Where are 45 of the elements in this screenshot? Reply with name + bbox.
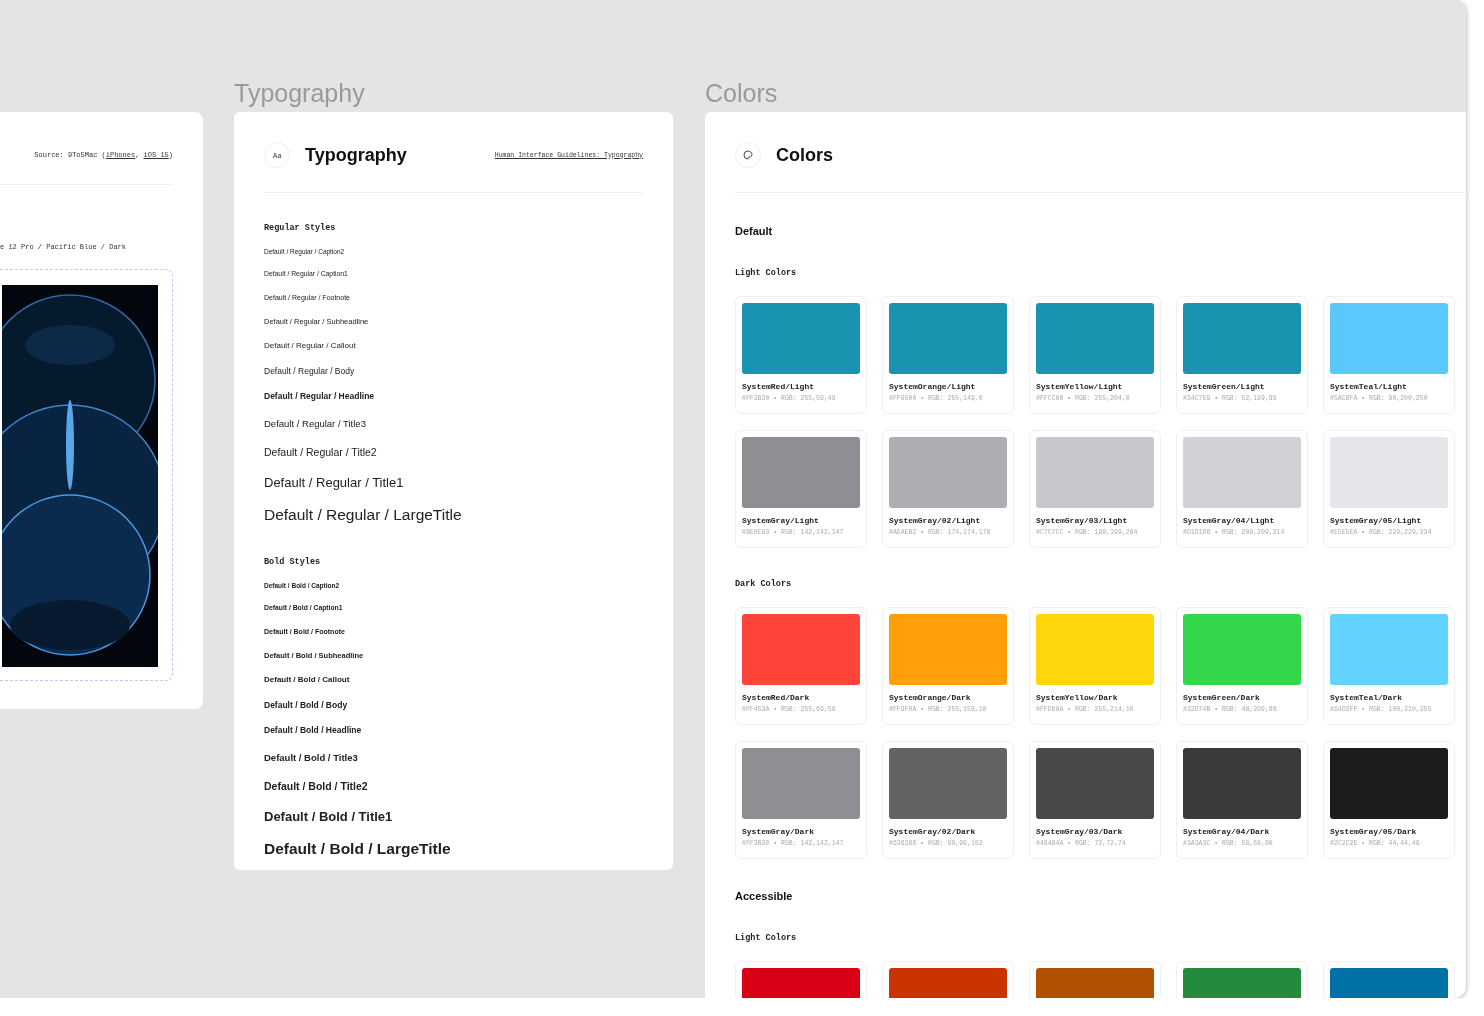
type-sample: Default / Regular / Callout bbox=[264, 341, 356, 350]
type-sample: Default / Regular / Title3 bbox=[264, 417, 366, 429]
type-sample: Default / Bold / Headline bbox=[264, 725, 362, 735]
panel-title: Typography bbox=[305, 144, 407, 166]
color-name: SystemGray/04/Dark bbox=[1183, 826, 1271, 838]
type-sample: Default / Regular / Title2 bbox=[264, 445, 377, 458]
section-heading: Regular Styles bbox=[264, 222, 337, 234]
color-name: SystemGray/02/Dark bbox=[889, 826, 977, 838]
group-heading: Light Colors bbox=[735, 267, 798, 279]
color-name: SystemYellow/Light bbox=[1036, 381, 1124, 393]
type-sample: Default / Bold / Body bbox=[264, 699, 348, 710]
type-sample: Default / Regular / LargeTitle bbox=[264, 506, 462, 524]
type-sample: Default / Regular / Headline bbox=[264, 391, 375, 401]
type-sample: Default / Bold / Title1 bbox=[264, 808, 393, 824]
color-name: SystemTeal/Dark bbox=[1330, 692, 1403, 704]
section-heading: Bold Styles bbox=[264, 556, 322, 568]
color-name: SystemOrange/Dark bbox=[889, 692, 972, 704]
color-name: SystemRed/Light bbox=[742, 381, 815, 393]
section-heading: Accessible bbox=[735, 889, 794, 903]
type-sample: Default / Regular / Body bbox=[264, 365, 355, 376]
color-name: SystemGreen/Dark bbox=[1183, 692, 1261, 704]
type-sample: Default / Regular / Title1 bbox=[264, 474, 404, 490]
type-sample: Default / Bold / Title3 bbox=[264, 751, 358, 763]
color-name: SystemGray/Dark bbox=[742, 826, 815, 838]
color-name: SystemGray/03/Light bbox=[1036, 515, 1129, 527]
color-name: SystemTeal/Light bbox=[1330, 381, 1408, 393]
group-heading: Dark Colors bbox=[735, 578, 793, 590]
section-label: Typography bbox=[234, 78, 366, 108]
color-name: SystemYellow/Dark bbox=[1036, 692, 1119, 704]
color-name: SystemGray/05/Dark bbox=[1330, 826, 1418, 838]
color-name: SystemRed/Dark bbox=[742, 692, 811, 704]
color-name: SystemGreen/Light bbox=[1183, 381, 1266, 393]
color-name: SystemGray/05/Light bbox=[1330, 515, 1423, 527]
type-sample: Default / Bold / Callout bbox=[264, 675, 350, 684]
color-name: SystemGray/Light bbox=[742, 515, 820, 527]
group-heading: Light Colors bbox=[735, 932, 798, 944]
color-name: SystemOrange/Light bbox=[889, 381, 977, 393]
type-sample: Default / Bold / Title2 bbox=[264, 779, 368, 792]
color-name: SystemGray/03/Dark bbox=[1036, 826, 1124, 838]
section-heading: Default bbox=[735, 224, 774, 238]
color-name: SystemGray/02/Light bbox=[889, 515, 982, 527]
type-sample: Default / Bold / LargeTitle bbox=[264, 840, 451, 858]
color-name: SystemGray/04/Light bbox=[1183, 515, 1276, 527]
section-label: Colors bbox=[705, 78, 779, 108]
panel-title: Colors bbox=[776, 144, 833, 166]
